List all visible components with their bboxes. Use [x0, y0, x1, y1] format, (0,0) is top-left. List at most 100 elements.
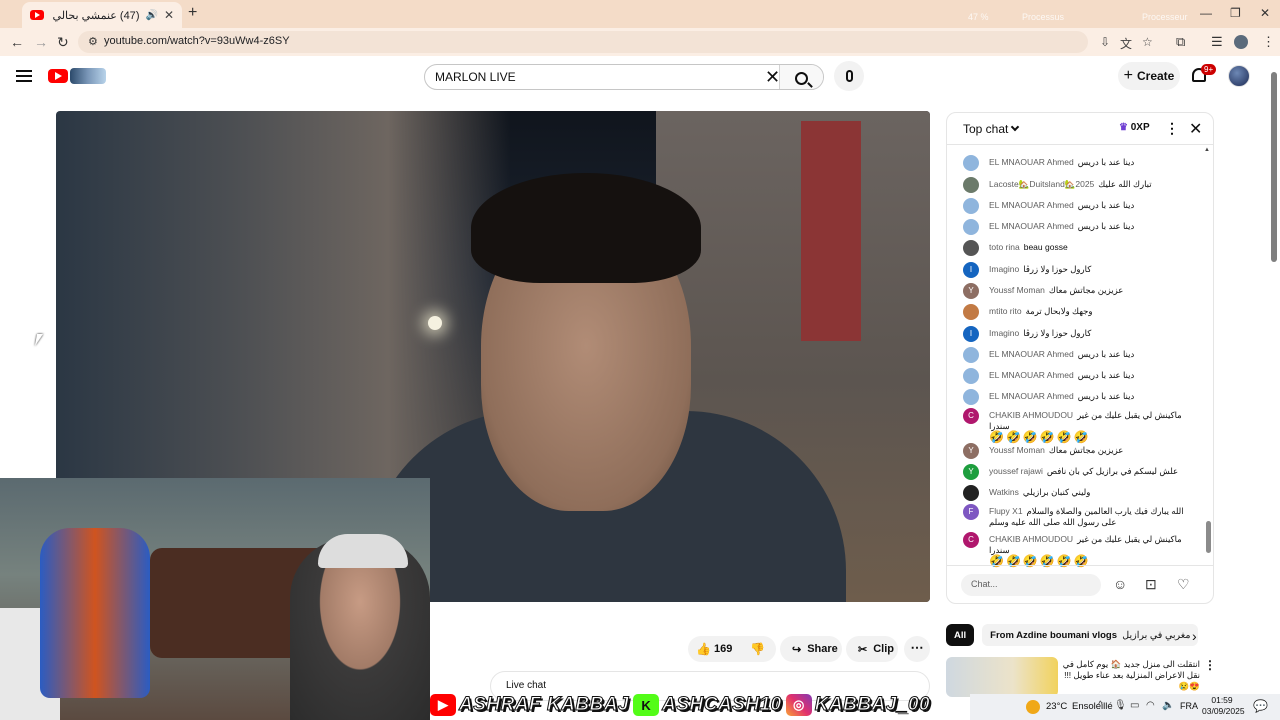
chat-author-avatar[interactable] [963, 347, 979, 363]
chat-author-avatar[interactable]: I [963, 326, 979, 342]
site-info-icon[interactable]: ⚙ [88, 35, 98, 48]
chat-message[interactable]: EL MNAOUAR Ahmed دينا عند با دريس [963, 198, 1198, 214]
chat-author-avatar[interactable]: I [963, 262, 979, 278]
chat-close-icon[interactable]: ✕ [1189, 119, 1202, 139]
recommended-video-title[interactable]: انتقلت الى منزل جديد 🏠 يوم كامل في نقل ا… [1062, 659, 1200, 692]
chat-author-name[interactable]: CHAKIB AHMOUDOU [989, 410, 1073, 420]
chat-author-avatar[interactable] [963, 389, 979, 405]
back-arrow-icon[interactable]: ← [10, 34, 24, 50]
chat-author-name[interactable]: Imagino [989, 264, 1019, 274]
search-clear-icon[interactable]: ✕ [765, 67, 780, 88]
chips-next-chevron-icon[interactable]: › [1192, 628, 1197, 644]
chip-all[interactable]: All [946, 624, 975, 646]
like-thumb-icon[interactable]: 👍 [696, 642, 711, 656]
chat-message[interactable]: EL MNAOUAR Ahmed دينا عند با دريس [963, 389, 1198, 405]
chat-author-avatar[interactable] [963, 240, 979, 256]
temperature[interactable]: 23°C [1046, 701, 1067, 712]
chat-author-name[interactable]: Youssf Moman [989, 285, 1045, 295]
chat-message[interactable]: Y Youssf Moman عزيزين مجاتش معاك [963, 443, 1198, 459]
chat-message[interactable]: Lacoste🏡Duitsland🏡2025 تبارك الله عليك [963, 177, 1198, 193]
chat-author-name[interactable]: Youssf Moman [989, 445, 1045, 455]
chat-author-avatar[interactable] [963, 198, 979, 214]
hamburger-menu-icon[interactable] [16, 70, 32, 82]
chat-message[interactable]: mtito rito وجهك ولابحال ترمة [963, 304, 1198, 320]
chat-author-name[interactable]: Flupy X1 [989, 506, 1023, 516]
reading-list-icon[interactable]: ☰ [1211, 34, 1223, 50]
translate-icon[interactable]: 文 [1120, 35, 1132, 52]
chat-author-name[interactable]: CHAKIB AHMOUDOU [989, 534, 1073, 544]
chip-from-channel[interactable]: From Azdine boumani vlogs مغربي في برازي… [982, 624, 1199, 646]
chat-message[interactable]: Watkins وليني كنبان برازيلي [963, 485, 1198, 501]
chat-message[interactable]: Yyoussef rajawi علش ليسكم في برازيل كي با… [963, 464, 1198, 480]
network-icon[interactable]: ▭ [1130, 700, 1139, 711]
browser-profile-avatar[interactable] [1234, 35, 1248, 49]
chat-more-options-icon[interactable]: ⋮ [1165, 120, 1179, 137]
share-button[interactable]: ↪ Share [780, 636, 842, 662]
search-button[interactable] [779, 65, 823, 89]
new-tab-button[interactable]: + [188, 4, 197, 22]
wifi-icon[interactable]: ◠ [1146, 700, 1155, 711]
chat-message[interactable]: EL MNAOUAR Ahmed دينا عند با دريس [963, 368, 1198, 384]
bookmark-star-icon[interactable]: ☆ [1142, 35, 1153, 49]
omnibox[interactable]: ⚙ youtube.com/watch?v=93uWw4-z6SY ⇩ 文 ☆ [78, 31, 1153, 53]
youtube-doodle-logo[interactable] [70, 68, 106, 84]
search-input[interactable]: MARLON LIVE [435, 70, 516, 84]
chat-author-avatar[interactable]: Y [963, 443, 979, 459]
chat-author-name[interactable]: EL MNAOUAR Ahmed [989, 200, 1074, 210]
chat-author-name[interactable]: Lacoste🏡Duitsland🏡2025 [989, 179, 1094, 189]
chat-author-name[interactable]: Watkins [989, 487, 1019, 497]
install-app-icon[interactable]: ⇩ [1100, 35, 1110, 49]
tab-close-icon[interactable]: ✕ [164, 8, 174, 22]
chat-author-avatar[interactable] [963, 485, 979, 501]
dislike-thumb-icon[interactable]: 👎 [750, 642, 765, 656]
recommended-video-thumbnail[interactable] [946, 657, 1058, 697]
chat-author-avatar[interactable]: Y [963, 464, 979, 480]
xp-badge[interactable]: ♛ 0XP [1119, 122, 1150, 133]
reload-icon[interactable]: ↻ [57, 34, 69, 51]
volume-icon[interactable]: 🔈 [1162, 700, 1174, 711]
page-scrollbar-thumb[interactable] [1271, 72, 1277, 262]
chat-message[interactable]: EL MNAOUAR Ahmed دينا عند با دريس [963, 219, 1198, 235]
chat-author-name[interactable]: EL MNAOUAR Ahmed [989, 370, 1074, 380]
youtube-logo[interactable] [48, 69, 68, 83]
chat-author-avatar[interactable]: F [963, 504, 979, 520]
taskbar-clock[interactable]: 01:59 03/09/2025 [1202, 695, 1245, 717]
chat-author-name[interactable]: EL MNAOUAR Ahmed [989, 157, 1074, 167]
browser-tab-youtube[interactable]: (47) عنمشي بحالي برازيليات 🔊 ✕ [22, 2, 182, 28]
microphone-tray-icon[interactable]: 🎙 [1114, 700, 1127, 711]
minimize-button[interactable]: — [1200, 6, 1212, 20]
chat-message[interactable]: C CHAKIB AHMOUDOU ماكينش لي يقبل عليك من غ… [963, 408, 1198, 443]
tray-chevron-up-icon[interactable]: ^ [1098, 700, 1103, 711]
speaker-icon[interactable]: 🔊 [145, 10, 157, 21]
chat-message[interactable]: toto rina beau gosse [963, 240, 1198, 256]
chat-message-list[interactable]: EL MNAOUAR Ahmed دينا عند با دريس Lacoste🏡… [947, 151, 1203, 567]
sun-weather-icon[interactable] [1026, 700, 1040, 714]
emoji-icon[interactable]: ☺ [1113, 576, 1127, 592]
chat-author-avatar[interactable] [963, 177, 979, 193]
super-chat-icon[interactable]: ⊡ [1145, 576, 1157, 593]
chat-author-avatar[interactable] [963, 155, 979, 171]
chat-message[interactable]: Y Youssf Moman عزيزين مجاتش معاك [963, 283, 1198, 299]
chat-message[interactable]: EL MNAOUAR Ahmed دينا عند با دريس [963, 155, 1198, 171]
chat-author-avatar[interactable]: C [963, 532, 979, 548]
chat-author-name[interactable]: toto rina [989, 242, 1020, 252]
chat-message[interactable]: F Flupy X1 الله يبارك فيك يارب العالمين وا… [963, 504, 1198, 528]
chat-author-avatar[interactable] [963, 304, 979, 320]
weather-condition[interactable]: Ensoleillé [1072, 701, 1113, 712]
clip-button[interactable]: ✂ Clip [846, 636, 898, 662]
chat-author-name[interactable]: Imagino [989, 328, 1019, 338]
chat-scroll-up-icon[interactable]: ▲ [1204, 147, 1210, 153]
chat-scrollbar-thumb[interactable] [1206, 521, 1211, 553]
extensions-icon[interactable]: ⧉ [1176, 34, 1185, 50]
notification-center-icon[interactable]: 💬 [1253, 699, 1268, 713]
chat-author-name[interactable]: EL MNAOUAR Ahmed [989, 391, 1074, 401]
chat-author-avatar[interactable]: Y [963, 283, 979, 299]
chat-message[interactable]: C CHAKIB AHMOUDOU ماكينش لي يقبل عليك من غ… [963, 532, 1198, 567]
chat-author-name[interactable]: EL MNAOUAR Ahmed [989, 221, 1074, 231]
close-window-button[interactable]: ✕ [1260, 6, 1270, 20]
maximize-button[interactable]: ❐ [1230, 6, 1241, 20]
voice-search-button[interactable] [834, 61, 864, 91]
browser-menu-icon[interactable]: ⋮ [1262, 34, 1275, 50]
chat-author-avatar[interactable] [963, 368, 979, 384]
chat-message[interactable]: EL MNAOUAR Ahmed دينا عند با دريس [963, 347, 1198, 363]
